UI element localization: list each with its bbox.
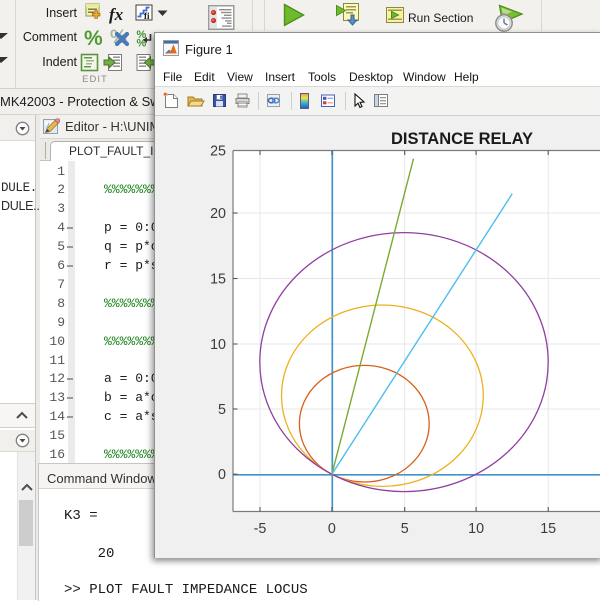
svg-text:5: 5 xyxy=(218,402,226,418)
svg-text:15: 15 xyxy=(210,271,226,287)
svg-text:%: % xyxy=(84,27,103,50)
svg-text:25: 25 xyxy=(210,143,226,159)
svg-text:15: 15 xyxy=(540,521,556,537)
svg-text:10: 10 xyxy=(210,337,226,353)
svg-text:0: 0 xyxy=(328,521,336,537)
svg-text:0: 0 xyxy=(218,467,226,483)
svg-text:DISTANCE RELAY: DISTANCE RELAY xyxy=(391,130,533,148)
svg-text:-5: -5 xyxy=(254,521,267,537)
svg-text:fx: fx xyxy=(109,5,124,24)
svg-text:5: 5 xyxy=(401,521,409,537)
svg-text:10: 10 xyxy=(468,521,484,537)
svg-text:fi: fi xyxy=(144,11,150,21)
svg-text:20: 20 xyxy=(210,206,226,222)
